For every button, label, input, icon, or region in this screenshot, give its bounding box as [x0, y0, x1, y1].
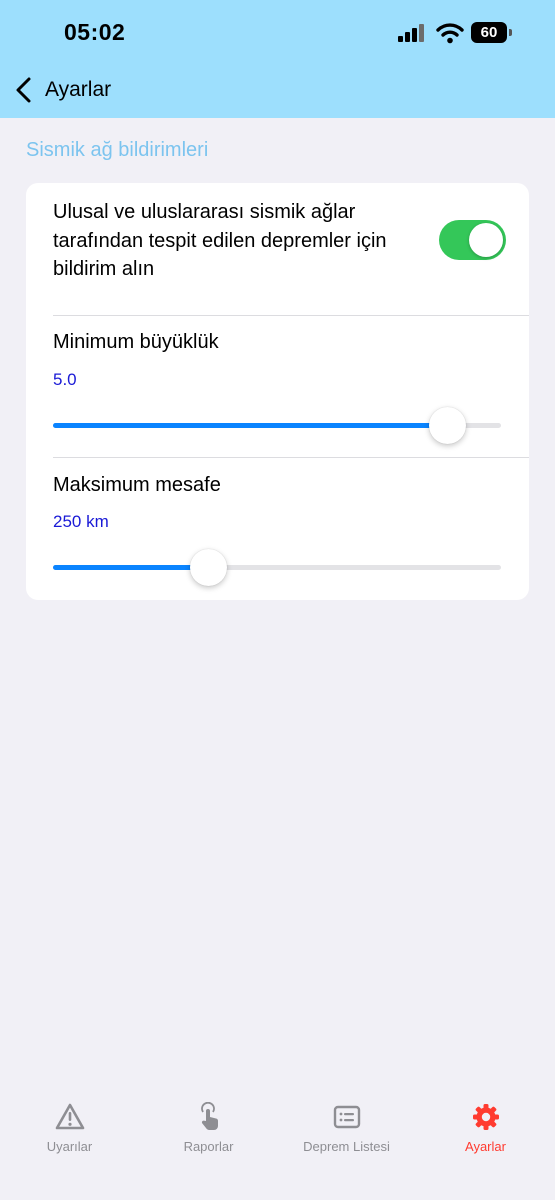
- distance-slider-thumb[interactable]: [189, 549, 227, 586]
- magnitude-title: Minimum büyüklük: [53, 331, 219, 353]
- distance-slider[interactable]: [53, 549, 501, 586]
- back-button[interactable]: Ayarlar: [14, 74, 111, 106]
- distance-slider-fill: [53, 565, 208, 570]
- battery-tip: [509, 29, 512, 36]
- magnitude-value: 5.0: [53, 370, 77, 389]
- list-window-icon: [333, 1105, 360, 1129]
- tab-label: Ayarlar: [465, 1139, 506, 1154]
- wifi-icon: [436, 22, 464, 44]
- tab-ayarlar[interactable]: Ayarlar: [416, 1102, 555, 1154]
- toggle-knob: [469, 223, 503, 257]
- divider: [53, 457, 529, 458]
- tab-label: Uyarılar: [46, 1139, 93, 1154]
- top-bar: 05:02 60 Ayarlar: [0, 0, 555, 118]
- tab-label: Deprem Listesi: [303, 1139, 390, 1154]
- magnitude-slider-thumb[interactable]: [429, 407, 467, 444]
- gear-icon: [472, 1104, 499, 1130]
- magnitude-slider-fill: [53, 423, 448, 428]
- status-time: 05:02: [64, 19, 126, 45]
- divider: [53, 315, 529, 316]
- section-header: Sismik ağ bildirimleri: [26, 139, 209, 161]
- warning-triangle-icon: [55, 1103, 84, 1130]
- tab-uyarilar[interactable]: Uyarılar: [0, 1102, 139, 1154]
- distance-value: 250 km: [53, 512, 109, 531]
- notification-toggle-label: Ulusal ve uluslararası sismik ağlar tara…: [53, 201, 387, 280]
- chevron-left-icon: [16, 77, 31, 103]
- battery-icon: 60: [471, 22, 507, 43]
- tab-deprem-listesi[interactable]: Deprem Listesi: [277, 1102, 416, 1154]
- tab-bar: Uyarılar Raporlar Deprem Listesi Ayarlar: [0, 1088, 555, 1200]
- tab-raporlar[interactable]: Raporlar: [139, 1102, 278, 1154]
- cellular-signal-icon: [398, 22, 430, 44]
- distance-title: Maksimum mesafe: [53, 474, 221, 496]
- tap-hand-icon: [200, 1102, 218, 1130]
- tab-label: Raporlar: [183, 1139, 234, 1154]
- back-label: Ayarlar: [45, 78, 112, 101]
- notification-toggle[interactable]: [439, 220, 506, 260]
- settings-card: Ulusal ve uluslararası sismik ağlar tara…: [26, 183, 529, 600]
- magnitude-slider[interactable]: [53, 407, 501, 444]
